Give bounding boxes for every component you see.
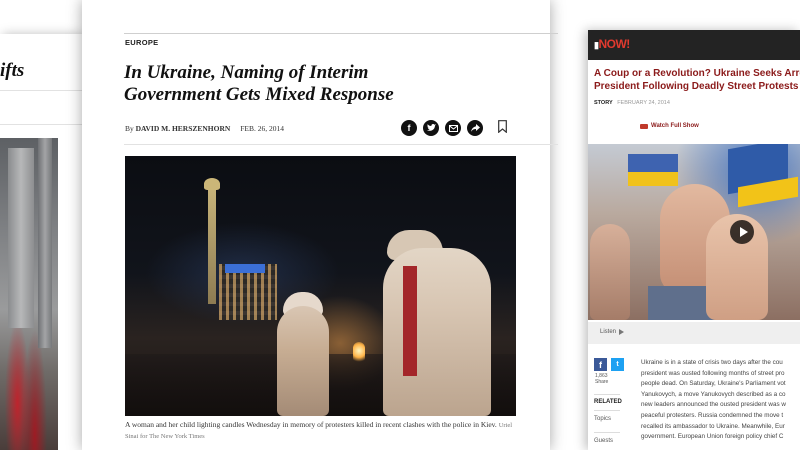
story-video[interactable] <box>588 144 800 320</box>
photo-child <box>277 306 329 416</box>
social-share: f t <box>594 358 624 371</box>
twitter-icon[interactable]: t <box>611 358 624 371</box>
headline-line: In Ukraine, Naming of Interim <box>124 62 369 83</box>
body-line: people dead. On Saturday, Ukraine's Parl… <box>641 380 786 388</box>
twitter-icon[interactable] <box>423 120 439 136</box>
caption-text: A woman and her child lighting candles W… <box>125 420 497 429</box>
listen-label: Listen <box>600 329 617 335</box>
facebook-icon[interactable]: f <box>401 120 417 136</box>
section-divider <box>124 33 558 34</box>
article-photo[interactable] <box>125 156 516 416</box>
left-article-page: ifts <box>0 34 82 450</box>
dn-article-page: ▮NOW! A Coup or a Revolution? Ukraine Se… <box>588 30 800 450</box>
share-icon[interactable] <box>467 120 483 136</box>
title-line: A Coup or a Revolution? Ukraine Seeks Ar… <box>594 68 800 79</box>
left-divider <box>0 90 82 91</box>
story-meta: STORY FEBRUARY 24, 2014 <box>594 100 670 106</box>
topics-label[interactable]: Topics <box>594 416 611 422</box>
guests-label[interactable]: Guests <box>594 438 613 444</box>
body-line: recalled its ambassador to Ukraine. Mean… <box>641 422 785 430</box>
body-line: new leaders announced the ousted preside… <box>641 401 786 409</box>
byline-divider <box>124 144 558 145</box>
site-header: ▮NOW! <box>588 30 800 60</box>
body-line: government. European Union foreign polic… <box>641 433 784 441</box>
nyt-article-page: EUROPE In Ukraine, Naming of Interim Gov… <box>82 0 558 450</box>
sidebar-divider <box>594 410 620 411</box>
story-date: FEBRUARY 24, 2014 <box>617 100 670 106</box>
left-divider <box>0 124 82 125</box>
byline: By DAVID M. HERSZENHORN FEB. 26, 2014 <box>125 124 284 133</box>
share-count: 1,863 Share <box>595 373 608 385</box>
watch-label: Watch Full Show <box>651 123 699 129</box>
photo-flag <box>628 154 678 172</box>
related-label: RELATED <box>594 399 622 405</box>
listen-bar[interactable]: Listen <box>588 322 800 344</box>
story-title: A Coup or a Revolution? Ukraine Seeks Ar… <box>594 68 800 93</box>
photo-monument <box>208 186 216 304</box>
photo-scarf <box>403 266 417 376</box>
article-headline: In Ukraine, Naming of Interim Government… <box>124 62 484 106</box>
photo-sign <box>225 264 265 273</box>
share-tools: f <box>401 120 483 136</box>
headline-line: Government Gets Mixed Response <box>124 84 394 105</box>
body-line: Ukraine is in a state of crisis two days… <box>641 359 783 366</box>
photo-pillar <box>8 148 34 328</box>
publish-date: FEB. 26, 2014 <box>240 124 284 133</box>
section-label[interactable]: EUROPE <box>125 38 158 47</box>
left-article-photo <box>0 138 58 450</box>
story-body: Ukraine is in a state of crisis two days… <box>641 358 800 443</box>
email-icon[interactable] <box>445 120 461 136</box>
site-logo[interactable]: ▮NOW! <box>594 33 630 55</box>
body-line: Yanukovych, a move Yanukovych described … <box>641 390 786 398</box>
share-count-label: Share <box>595 379 609 385</box>
logo-text: NOW! <box>598 37 630 51</box>
video-camera-icon <box>640 123 648 129</box>
facebook-icon[interactable]: f <box>594 358 607 371</box>
sidebar-divider <box>594 394 620 395</box>
photo-flag <box>628 172 678 186</box>
photo-candle <box>353 342 365 364</box>
photo-monument-top <box>204 178 220 190</box>
left-article-headline: ifts <box>0 60 25 81</box>
sidebar-divider <box>594 432 620 433</box>
bookmark-icon[interactable] <box>498 120 507 133</box>
title-line: President Following Deadly Street Protes… <box>594 80 799 92</box>
watch-full-show-link[interactable]: Watch Full Show <box>640 123 699 129</box>
body-line: president was ousted following months of… <box>641 369 785 377</box>
play-icon[interactable] <box>730 220 754 244</box>
photo-person <box>590 224 630 320</box>
photo-caption: A woman and her child lighting candles W… <box>125 420 516 442</box>
photo-woman <box>383 248 491 416</box>
play-audio-icon[interactable] <box>619 329 624 335</box>
story-label: STORY <box>594 100 613 106</box>
photo-pillar <box>38 138 52 348</box>
author-link[interactable]: DAVID M. HERSZENHORN <box>136 124 231 133</box>
body-line: peaceful protesters. Russia condemned th… <box>641 411 784 419</box>
byline-prefix: By <box>125 124 134 133</box>
